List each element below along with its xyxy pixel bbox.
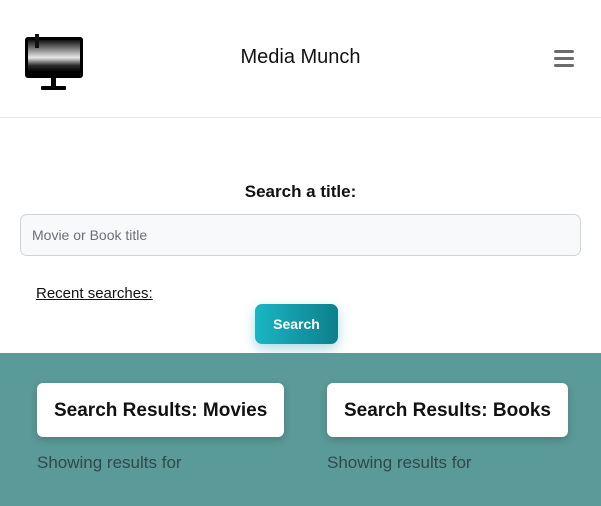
search-label: Search a title:	[244, 182, 357, 201]
results-section: Search Results: Movies Showing results f…	[0, 353, 601, 506]
search-input[interactable]	[20, 214, 581, 256]
movies-results-column: Search Results: Movies Showing results f…	[37, 383, 285, 473]
recent-searches-link[interactable]: Recent searches:	[36, 285, 153, 302]
search-button[interactable]: Search	[255, 304, 338, 344]
search-section: Search a title: Recent searches: Search	[0, 118, 601, 353]
books-showing-text: Showing results for	[327, 453, 472, 472]
books-results-heading: Search Results: Books	[327, 383, 568, 437]
hamburger-menu-icon[interactable]	[554, 50, 574, 67]
header: Media Munch	[0, 0, 601, 118]
books-results-column: Search Results: Books Showing results fo…	[327, 383, 568, 473]
movies-results-heading: Search Results: Movies	[37, 383, 285, 437]
app-title: Media Munch	[240, 46, 361, 68]
movies-showing-text: Showing results for	[37, 453, 182, 472]
